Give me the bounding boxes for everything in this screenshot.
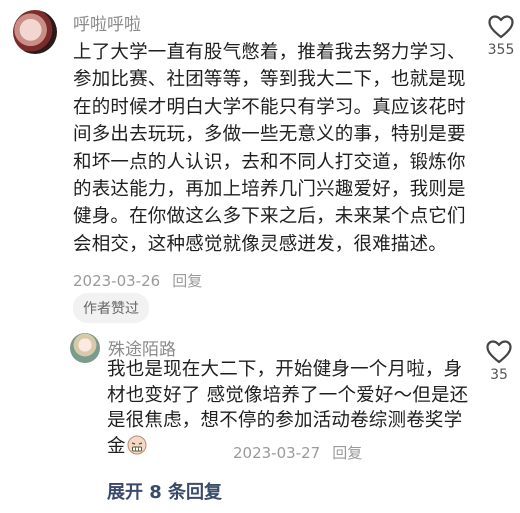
avatar[interactable]	[13, 10, 57, 54]
comment-like-count: 355	[487, 42, 515, 58]
expand-replies-button[interactable]: 展开 8 条回复	[107, 478, 222, 504]
reply-meta: 2023-03-27 回复	[233, 442, 362, 463]
comment-like-button[interactable]: 355	[486, 15, 516, 58]
comment-date: 2023-03-26	[73, 272, 161, 290]
reply-reply-button[interactable]: 回复	[332, 444, 362, 462]
comment-text: 上了大学一直有股气憋着，推着我去努力学习、参加比赛、社团等等，等到我大二下，也就…	[73, 42, 466, 255]
author-liked-badge: 作者赞过	[73, 293, 149, 323]
reply-like-button[interactable]: 35	[484, 340, 514, 383]
reply-avatar[interactable]	[70, 333, 100, 363]
comment-meta: 2023-03-26 回复	[73, 270, 202, 291]
comment-reply-button[interactable]: 回复	[172, 272, 202, 290]
heart-outline-icon	[486, 340, 512, 364]
reply-like-count: 35	[490, 367, 508, 383]
heart-outline-icon	[488, 15, 514, 39]
reply-date: 2023-03-27	[233, 444, 321, 462]
tired-face-emoji-icon	[127, 435, 147, 454]
comment-username[interactable]: 呼啦呼啦	[73, 10, 141, 35]
